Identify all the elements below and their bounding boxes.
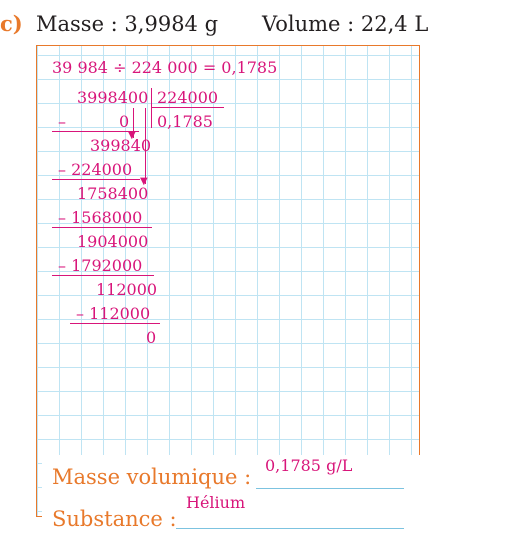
density-label: Masse volumique : bbox=[52, 465, 252, 489]
division-bar bbox=[151, 88, 152, 128]
volume-text: Volume : 22,4 L bbox=[262, 12, 429, 36]
step2-sub: – 224000 bbox=[58, 160, 133, 179]
step5-rem: 0 bbox=[146, 328, 157, 347]
step5-line bbox=[70, 323, 160, 324]
step5-sub: – 112000 bbox=[76, 304, 151, 323]
step2-line bbox=[52, 179, 140, 180]
step2-rem: 1758400 bbox=[77, 184, 149, 203]
density-answer-line bbox=[256, 488, 404, 489]
substance-value[interactable]: Hélium bbox=[186, 493, 245, 513]
step3-rem: 1904000 bbox=[77, 232, 149, 251]
divisor: 224000 bbox=[157, 88, 219, 107]
step1-rem: 399840 bbox=[90, 136, 152, 155]
substance-answer-line bbox=[176, 528, 404, 529]
step3-line bbox=[52, 227, 152, 228]
mass-text: Masse : 3,9984 g bbox=[36, 12, 219, 36]
quotient: 0,1785 bbox=[157, 112, 213, 131]
dividend: 3998400 bbox=[77, 88, 149, 107]
step4-sub: – 1792000 bbox=[58, 256, 143, 275]
minus-sign: – bbox=[58, 112, 66, 131]
exercise-label: c) bbox=[0, 11, 23, 36]
step1-sub: 0 bbox=[119, 112, 130, 131]
step4-line bbox=[52, 275, 154, 276]
substance-label: Substance : bbox=[52, 507, 177, 531]
divisor-underline bbox=[151, 107, 224, 108]
equation-text: 39 984 ÷ 224 000 = 0,1785 bbox=[52, 58, 278, 77]
density-value[interactable]: 0,1785 g/L bbox=[265, 456, 352, 476]
step1-line bbox=[52, 131, 139, 132]
grid-paper bbox=[36, 45, 420, 517]
step4-rem: 112000 bbox=[96, 280, 158, 299]
step3-sub: – 1568000 bbox=[58, 208, 143, 227]
